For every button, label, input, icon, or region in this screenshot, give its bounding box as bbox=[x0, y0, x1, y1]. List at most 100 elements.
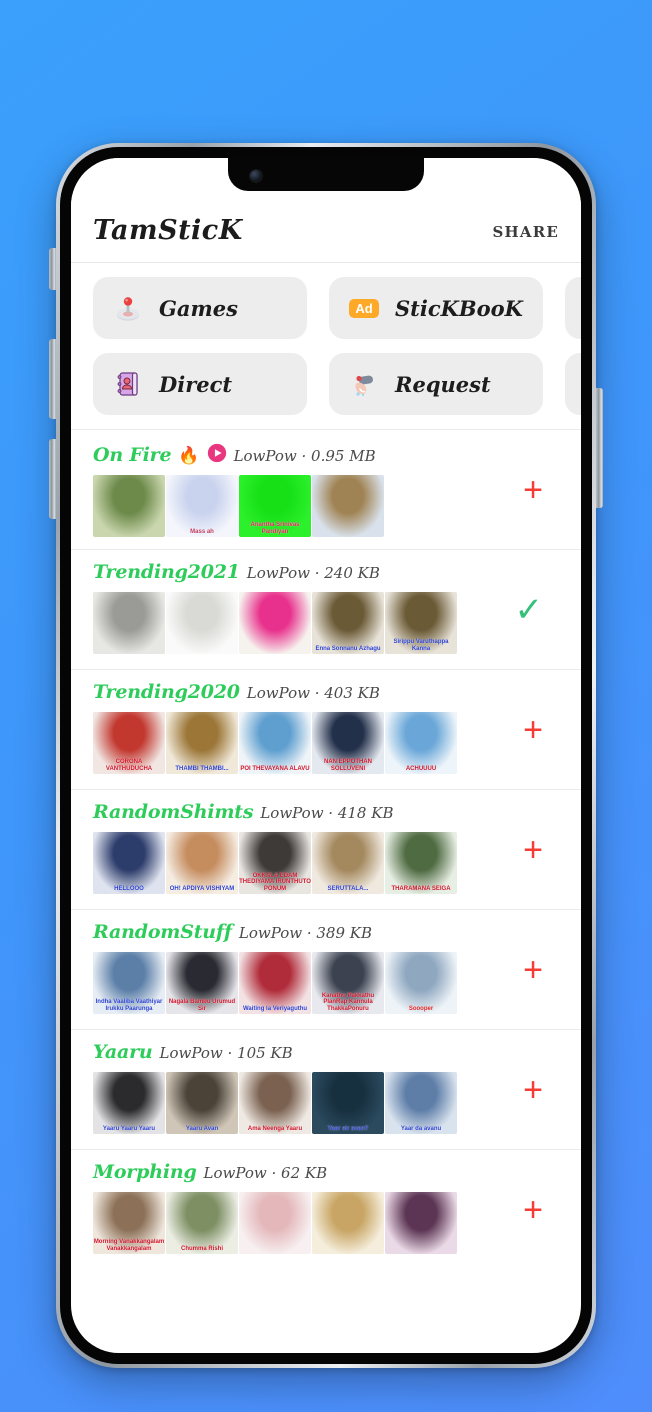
sticker-thumbnail[interactable]: POI THEVAYANA ALAVU bbox=[239, 712, 311, 774]
settings-button[interactable] bbox=[565, 277, 581, 339]
sticker-thumbnail[interactable] bbox=[385, 1192, 457, 1254]
sticker-thumbnail[interactable]: Anantha Srinivas Pandiyan bbox=[239, 475, 311, 537]
sticker-image bbox=[239, 712, 311, 774]
sticker-thumbnail[interactable]: Kanathu Pakkathu PlanRap Kannula ThakkaP… bbox=[312, 952, 384, 1014]
sticker-thumbnail[interactable]: OH! APDIYA VISHIYAM bbox=[166, 832, 238, 894]
pack-meta: LowPow · 389 KB bbox=[238, 924, 372, 942]
direct-button[interactable]: Direct bbox=[93, 353, 307, 415]
phone-screen: TamSticK SHARE Games Ad SticKBooK Direct… bbox=[71, 158, 581, 1353]
pack-meta: LowPow · 0.95 MB bbox=[233, 447, 376, 465]
sticker-thumbnail[interactable]: ACHUUUU bbox=[385, 712, 457, 774]
sticker-thumbnail-strip: Morning Vanakkangalam Vanakkangalam Chumm… bbox=[93, 1192, 581, 1254]
sticker-pack-row[interactable]: RandomShimts LowPow · 418 KB HELLOOO OH! AP… bbox=[71, 790, 581, 910]
sticker-thumbnail[interactable]: THAMBI THAMBI... bbox=[166, 712, 238, 774]
pack-name: Trending2020 bbox=[93, 681, 240, 703]
front-camera-icon bbox=[250, 170, 262, 182]
sticker-thumbnail[interactable] bbox=[312, 1192, 384, 1254]
sticker-pack-row[interactable]: Trending2021 LowPow · 240 KB Enna Sonnanu … bbox=[71, 550, 581, 670]
games-button[interactable]: Games bbox=[93, 277, 307, 339]
sticker-thumbnail-strip: Indha Vaaliba Vaathiyar Irukku Paarunga N… bbox=[93, 952, 581, 1014]
sticker-thumbnail[interactable]: Yaaru Yaaru Yaaru bbox=[93, 1072, 165, 1134]
pack-add-button[interactable]: + bbox=[523, 1193, 543, 1227]
sticker-thumbnail[interactable]: Mass ah bbox=[166, 475, 238, 537]
sticker-thumbnail[interactable] bbox=[239, 1192, 311, 1254]
sticker-thumbnail[interactable] bbox=[166, 592, 238, 654]
sticker-thumbnail[interactable] bbox=[93, 475, 165, 537]
sticker-caption: Yaar da avanu bbox=[400, 1125, 442, 1132]
fire-emoji-icon: 🔥 bbox=[178, 446, 200, 466]
sticker-caption: Waiting la Veriyaguthu bbox=[242, 1005, 308, 1012]
sticker-thumbnail[interactable]: THARAMANA SEIGA bbox=[385, 832, 457, 894]
sticker-caption: Yaaru Avan bbox=[185, 1125, 219, 1132]
request-label: Request bbox=[395, 371, 491, 397]
pack-meta: LowPow · 105 KB bbox=[159, 1044, 293, 1062]
sticker-thumbnail-strip: CORONA VANTHUDUCHA THAMBI THAMBI... POI TH… bbox=[93, 712, 581, 774]
volume-down-button[interactable] bbox=[49, 439, 56, 519]
sticker-thumbnail-strip: Enna Sonnanu Azhagu Sirippu Varuthappa Ka… bbox=[93, 592, 581, 654]
sticker-thumbnail[interactable]: Sirippu Varuthappa Kanna bbox=[385, 592, 457, 654]
share-button[interactable]: SHARE bbox=[492, 223, 559, 246]
pack-add-button[interactable]: + bbox=[523, 473, 543, 507]
sticker-thumbnail[interactable]: Ama Neenga Yaaru bbox=[239, 1072, 311, 1134]
sticker-image bbox=[166, 712, 238, 774]
sticker-image bbox=[385, 712, 457, 774]
pack-header: Yaaru LowPow · 105 KB bbox=[93, 1041, 581, 1063]
sticker-caption: NAN EPPOTHAN SOLLUVENI bbox=[323, 759, 372, 772]
sticker-thumbnail-strip: Mass ah Anantha Srinivas Pandiyan bbox=[93, 475, 581, 537]
sticker-pack-row[interactable]: Yaaru LowPow · 105 KB Yaaru Yaaru Yaaru Yaa… bbox=[71, 1030, 581, 1150]
sticker-thumbnail[interactable] bbox=[93, 592, 165, 654]
sticker-thumbnail[interactable]: OKKALA EDAM THEDIYAMA IRUNTHUTO PONUM bbox=[239, 832, 311, 894]
power-button[interactable] bbox=[596, 388, 603, 508]
sticker-thumbnail[interactable]: Soooper bbox=[385, 952, 457, 1014]
sticker-thumbnail[interactable]: SERUTTALA... bbox=[312, 832, 384, 894]
joystick-icon bbox=[113, 293, 143, 323]
sticker-caption: Soooper bbox=[408, 1005, 434, 1012]
sticker-thumbnail[interactable]: Chumma Rishi bbox=[166, 1192, 238, 1254]
sticker-thumbnail[interactable]: Enna Sonnanu Azhagu bbox=[312, 592, 384, 654]
sticker-caption: POI THEVAYANA ALAVU bbox=[240, 765, 310, 772]
pack-add-button[interactable]: + bbox=[523, 953, 543, 987]
sticker-caption: Sirippu Varuthappa Kanna bbox=[393, 639, 449, 652]
volume-up-button[interactable] bbox=[49, 339, 56, 419]
sticker-thumbnail[interactable] bbox=[239, 592, 311, 654]
sticker-pack-row[interactable]: Trending2020 LowPow · 403 KB CORONA VANTHU… bbox=[71, 670, 581, 790]
sticker-caption: Indha Vaaliba Vaathiyar Irukku Paarunga bbox=[95, 999, 163, 1012]
quick-actions-row-2: Direct Request bbox=[93, 353, 581, 415]
sticker-image bbox=[166, 592, 238, 654]
sticker-thumbnail[interactable]: Morning Vanakkangalam Vanakkangalam bbox=[93, 1192, 165, 1254]
pack-name: On Fire bbox=[93, 444, 172, 466]
sticker-thumbnail[interactable]: HELLOOO bbox=[93, 832, 165, 894]
pack-header: RandomStuff LowPow · 389 KB bbox=[93, 921, 581, 943]
sticker-thumbnail[interactable]: Yaaru Avan bbox=[166, 1072, 238, 1134]
sticker-pack-row[interactable]: RandomStuff LowPow · 389 KB Indha Vaaliba … bbox=[71, 910, 581, 1030]
pack-add-button[interactable]: + bbox=[523, 713, 543, 747]
sticker-image bbox=[312, 1192, 384, 1254]
pack-add-button[interactable]: + bbox=[523, 833, 543, 867]
stickbook-button[interactable]: Ad SticKBooK bbox=[329, 277, 543, 339]
sticker-caption: Enna Sonnanu Azhagu bbox=[315, 645, 381, 652]
pack-name: RandomStuff bbox=[93, 921, 232, 943]
sticker-thumbnail[interactable]: Nagala Bambu Urumud Sir bbox=[166, 952, 238, 1014]
sticker-thumbnail[interactable]: CORONA VANTHUDUCHA bbox=[93, 712, 165, 774]
sticker-thumbnail[interactable]: NAN EPPOTHAN SOLLUVENI bbox=[312, 712, 384, 774]
sticker-image bbox=[312, 592, 384, 654]
sticker-thumbnail[interactable]: Waiting la Veriyaguthu bbox=[239, 952, 311, 1014]
sticker-pack-row[interactable]: On Fire 🔥 LowPow · 0.95 MB Mass ah Anantha S… bbox=[71, 430, 581, 550]
sticker-thumbnail[interactable]: Indha Vaaliba Vaathiyar Irukku Paarunga bbox=[93, 952, 165, 1014]
sticker-caption: Kanathu Pakkathu PlanRap Kannula ThakkaP… bbox=[321, 993, 375, 1012]
sticker-pack-row[interactable]: Morphing LowPow · 62 KB Morning Vanakkanga… bbox=[71, 1150, 581, 1270]
request-button[interactable]: Request bbox=[329, 353, 543, 415]
info-button[interactable] bbox=[565, 353, 581, 415]
play-animated-icon[interactable] bbox=[207, 443, 227, 467]
silent-switch[interactable] bbox=[49, 248, 56, 290]
sticker-thumbnail[interactable] bbox=[312, 475, 384, 537]
sticker-caption: OKKALA EDAM THEDIYAMA IRUNTHUTO PONUM bbox=[239, 873, 311, 892]
sticker-caption: SERUTTALA... bbox=[327, 885, 369, 892]
sticker-thumbnail[interactable]: Yaar da avanu bbox=[385, 1072, 457, 1134]
phone-notch bbox=[228, 158, 424, 191]
pack-added-check-icon[interactable]: ✓ bbox=[515, 593, 544, 627]
sticker-caption: Morning Vanakkangalam Vanakkangalam bbox=[93, 1239, 165, 1252]
sticker-thumbnail[interactable]: Yaar sir avan? bbox=[312, 1072, 384, 1134]
pack-name: Yaaru bbox=[93, 1041, 153, 1063]
pack-add-button[interactable]: + bbox=[523, 1073, 543, 1107]
